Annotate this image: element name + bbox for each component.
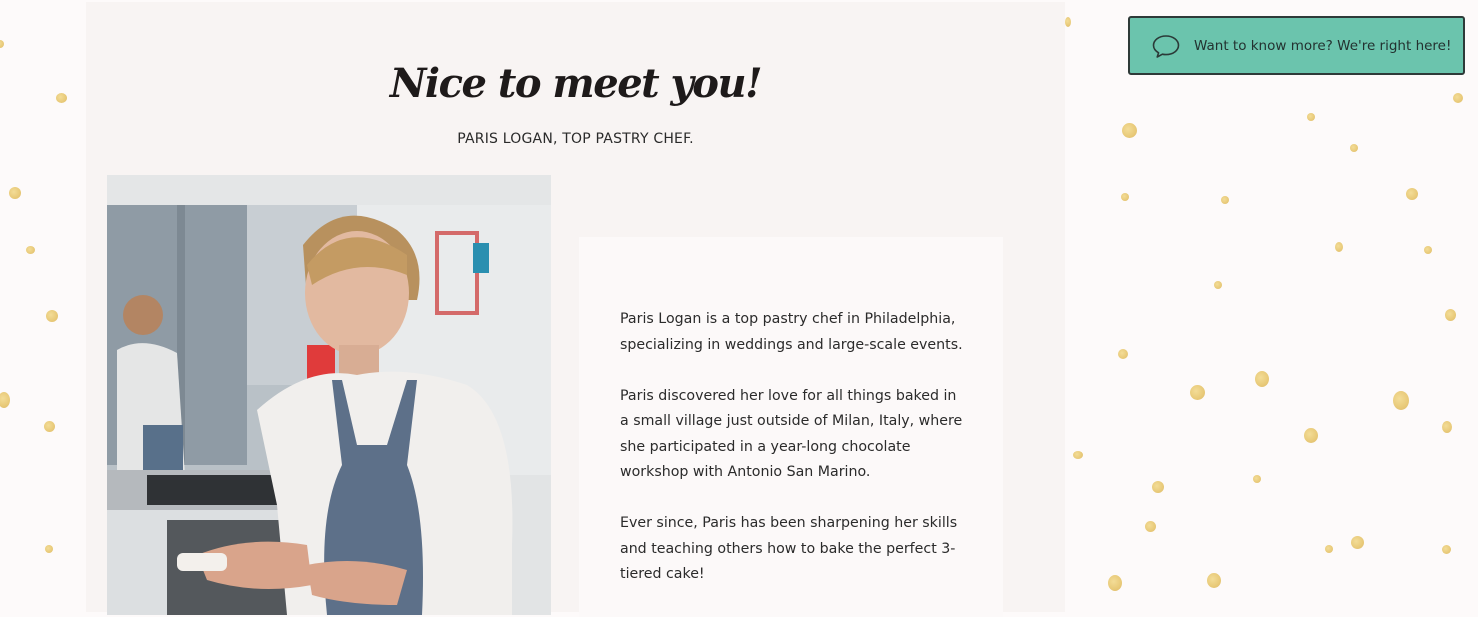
chef-photo: [107, 175, 551, 615]
confetti-dot: [1190, 385, 1205, 400]
confetti-dot: [0, 40, 4, 48]
chat-widget-button[interactable]: Want to know more? We're right here!: [1128, 16, 1465, 75]
confetti-dot: [1351, 536, 1364, 549]
confetti-dot: [56, 93, 67, 103]
confetti-dot: [1065, 17, 1071, 27]
bio-paragraph: Paris Logan is a top pastry chef in Phil…: [620, 311, 963, 353]
about-section: Nice to meet you! PARIS LOGAN, TOP PASTR…: [86, 2, 1065, 617]
confetti-dot: [1255, 371, 1269, 387]
chat-bubble-icon: [1152, 34, 1180, 58]
confetti-dot: [1121, 193, 1129, 201]
confetti-dot: [0, 392, 10, 408]
confetti-dot: [1350, 144, 1358, 152]
confetti-dot: [1118, 349, 1128, 359]
confetti-dot: [26, 246, 35, 254]
confetti-dot: [1152, 481, 1164, 493]
confetti-dot: [1442, 545, 1451, 554]
confetti-dot: [46, 310, 58, 322]
confetti-dot: [1445, 309, 1456, 321]
chat-widget-label: Want to know more? We're right here!: [1194, 37, 1452, 54]
confetti-dot: [1221, 196, 1229, 204]
bio-paragraph: Ever since, Paris has been sharpening he…: [620, 515, 958, 582]
confetti-dot: [44, 421, 55, 432]
bio-paragraph: Paris discovered her love for all things…: [620, 387, 963, 481]
confetti-dot: [1145, 521, 1156, 532]
confetti-dot: [1122, 123, 1137, 138]
bio-text: Paris Logan is a top pastry chef in Phil…: [620, 307, 965, 613]
confetti-dot: [1325, 545, 1333, 553]
confetti-dot: [1304, 428, 1318, 443]
bio-card: Paris Logan is a top pastry chef in Phil…: [579, 237, 1003, 617]
confetti-dot: [1442, 421, 1452, 433]
confetti-dot: [1406, 188, 1418, 200]
confetti-dot: [1335, 242, 1343, 252]
confetti-dot: [1214, 281, 1222, 289]
confetti-dot: [1207, 573, 1221, 588]
page: { "header": { "title": "Nice to meet you…: [0, 0, 1478, 617]
page-subtitle: PARIS LOGAN, TOP PASTRY CHEF.: [457, 131, 694, 147]
confetti-dot: [1073, 451, 1083, 459]
page-title: Nice to meet you!: [389, 60, 763, 107]
confetti-dot: [1253, 475, 1261, 483]
confetti-dot: [45, 545, 53, 553]
confetti-dot: [1453, 93, 1463, 103]
confetti-dot: [1393, 391, 1409, 410]
confetti-dot: [1424, 246, 1432, 254]
confetti-dot: [1108, 575, 1122, 591]
confetti-dot: [1307, 113, 1315, 121]
confetti-dot: [9, 187, 21, 199]
